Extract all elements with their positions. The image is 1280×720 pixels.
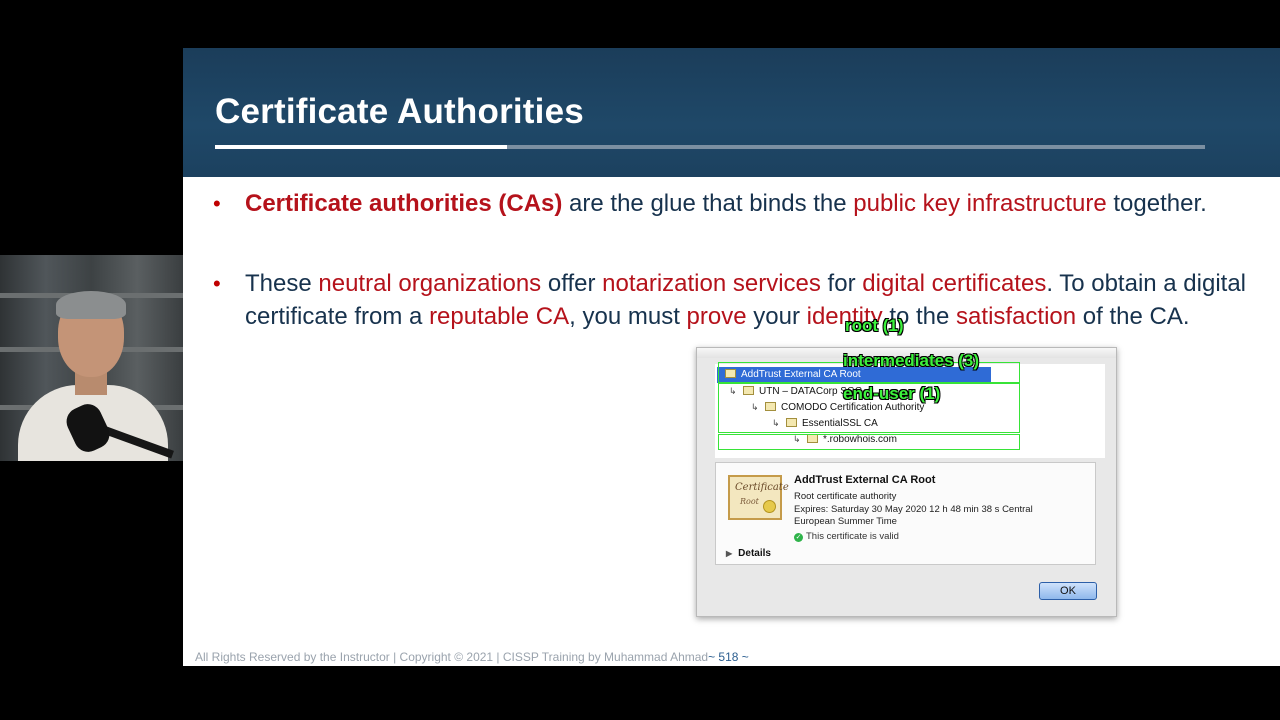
details-label: Details	[738, 548, 771, 559]
slide: Certificate Authorities • Certificate au…	[183, 48, 1280, 666]
highlighted-term: reputable CA	[429, 303, 570, 330]
bullet-text-segment: your	[746, 303, 807, 330]
certificate-badge-icon: Certificate Root	[728, 475, 789, 520]
intermediates-annotation: intermediates (3)	[843, 351, 980, 370]
certificate-name: AddTrust External CA Root	[794, 474, 936, 486]
bullet-point-ca-definition: • Certificate authorities (CAs) are the …	[213, 187, 1253, 220]
bullet-text-segment: are the glue that binds the	[562, 190, 854, 217]
bullet-text-segment: , you must	[569, 303, 687, 330]
certificate-expiry: Expires: Saturday 30 May 2020 12 h 48 mi…	[794, 504, 1033, 527]
title-underline-progress	[215, 145, 507, 149]
highlighted-term: digital certificates	[862, 270, 1047, 297]
valid-check-icon: ✓	[794, 533, 803, 542]
highlighted-term: Certificate authorities (CAs)	[245, 190, 563, 217]
certificate-type: Root certificate authority	[794, 491, 897, 502]
bullet-dot-icon: •	[213, 191, 221, 216]
highlighted-term: prove	[686, 303, 747, 330]
seal-icon	[763, 500, 776, 513]
bullet-text-segment: of the CA.	[1076, 303, 1190, 330]
certificate-info-panel: Certificate Root AddTrust External CA Ro…	[715, 462, 1096, 565]
slide-title: Certificate Authorities	[215, 92, 584, 131]
end-user-annotation: end-user (1)	[843, 384, 941, 403]
disclosure-triangle-icon: ▶	[726, 549, 733, 558]
slide-footer: All Rights Reserved by the Instructor | …	[195, 650, 749, 664]
highlighted-term: satisfaction	[956, 303, 1077, 330]
page-number: ~ 518 ~	[708, 650, 749, 664]
bullet-dot-icon: •	[213, 271, 221, 296]
certificate-status: ✓ This certificate is valid	[794, 531, 899, 542]
bullet-text-segment: offer	[541, 270, 603, 297]
highlighted-term: public key infrastructure	[853, 190, 1107, 217]
ok-button[interactable]: OK	[1039, 582, 1097, 600]
bullet-point-ca-role: • These neutral organizations offer nota…	[213, 267, 1253, 333]
title-bar: Certificate Authorities	[183, 48, 1280, 177]
end-user-highlight-box	[718, 434, 1020, 450]
bullet-text-segment: for	[820, 270, 863, 297]
bullet-text-segment: These	[245, 270, 319, 297]
details-disclosure[interactable]: ▶ Details	[726, 548, 771, 559]
highlighted-term: neutral organizations	[318, 270, 542, 297]
bullet-text: Certificate authorities (CAs) are the gl…	[245, 187, 1253, 220]
bullet-text: These neutral organizations offer notari…	[245, 267, 1253, 333]
root-annotation: root (1)	[845, 316, 904, 335]
presenter-webcam	[0, 255, 183, 461]
presenter-hair	[56, 291, 126, 319]
highlighted-term: notarization services	[602, 270, 821, 297]
certificate-status-text: This certificate is valid	[806, 531, 899, 542]
copyright-text: All Rights Reserved by the Instructor | …	[195, 650, 709, 664]
bullet-text-segment: together.	[1106, 190, 1207, 217]
